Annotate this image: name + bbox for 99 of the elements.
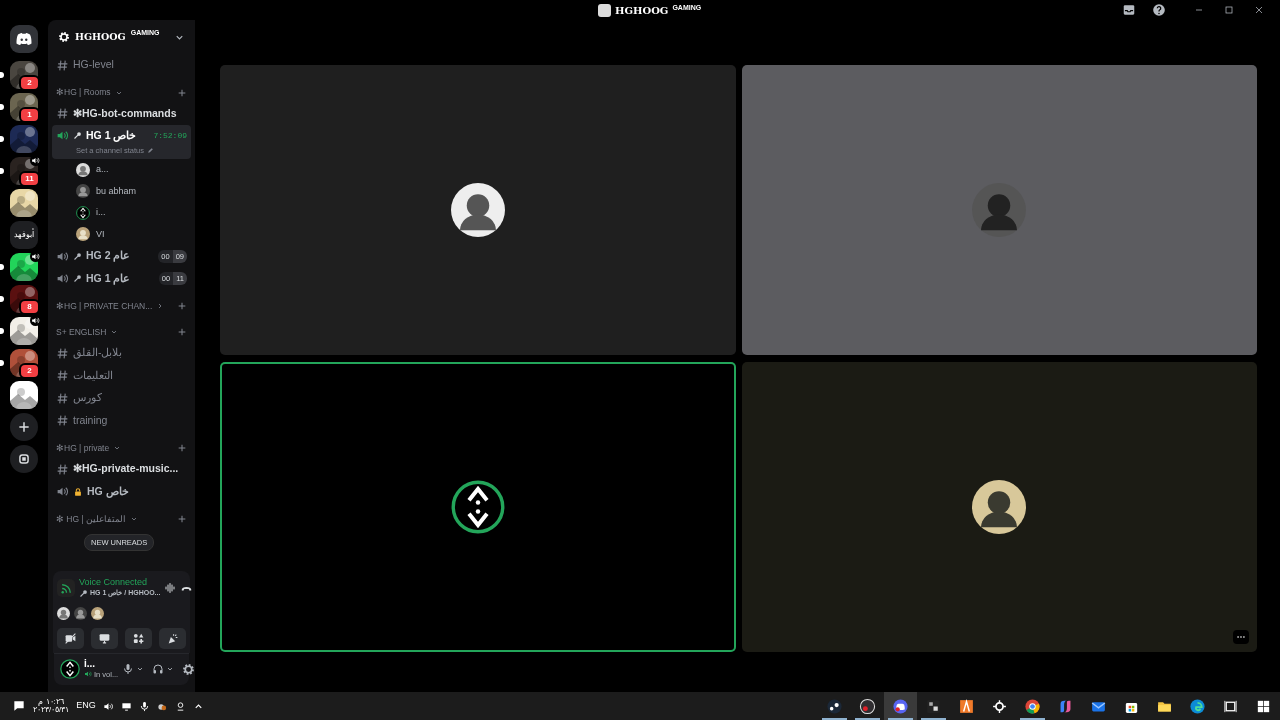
avatar — [76, 184, 90, 199]
notification-badge: 8 — [19, 299, 40, 315]
notification-icon[interactable] — [12, 699, 26, 713]
avatar — [76, 162, 90, 177]
server-icon[interactable] — [10, 381, 38, 409]
video-tile[interactable] — [741, 65, 1257, 355]
avatar — [76, 227, 90, 242]
language-indicator[interactable]: ENG — [76, 699, 96, 713]
video-tile[interactable] — [741, 362, 1257, 652]
hash-icon — [56, 107, 69, 121]
channel-name[interactable]: HG 1 عام — [86, 270, 131, 287]
maximize-icon[interactable] — [1223, 4, 1235, 16]
microphone-icon — [79, 589, 88, 598]
add-channel-icon[interactable] — [177, 301, 187, 311]
server-icon[interactable] — [10, 253, 38, 281]
add-channel-icon[interactable] — [177, 443, 187, 453]
hash-icon — [56, 414, 69, 428]
notification-badge: 2 — [19, 363, 40, 379]
call-timer: 7:52:09 — [153, 129, 187, 142]
help-icon[interactable] — [1152, 3, 1166, 17]
more-button[interactable] — [1233, 630, 1249, 644]
channel-name[interactable]: HG 1 خاص — [86, 128, 137, 144]
discord-logo-icon[interactable] — [15, 30, 33, 48]
microphone-icon — [73, 251, 82, 261]
browser-icon[interactable] — [1024, 697, 1041, 715]
add-channel-icon[interactable] — [177, 87, 187, 98]
user-name[interactable]: a... — [96, 163, 109, 177]
hash-icon — [56, 369, 69, 383]
hash-icon — [56, 462, 69, 476]
speaker-icon — [84, 670, 92, 679]
activities-icon[interactable] — [132, 631, 145, 645]
headphones-icon[interactable] — [152, 663, 165, 676]
taskbar-highlight[interactable] — [884, 692, 917, 720]
server-name[interactable]: HGHOOG — [75, 29, 126, 45]
server-icon[interactable]: أبوفهد — [10, 221, 38, 249]
microphone-icon — [73, 274, 82, 284]
channel-name[interactable]: ✻HG-bot-commands — [73, 105, 177, 122]
user-name[interactable]: i... — [84, 658, 119, 669]
monitor-icon[interactable] — [120, 700, 132, 712]
notification-badge: 1 — [19, 107, 40, 123]
inbox-icon[interactable] — [1122, 3, 1136, 17]
category-name[interactable]: ✻ HG | المتفاعلين — [56, 512, 127, 526]
channel-name[interactable]: ✻HG-private-music... — [73, 461, 179, 478]
category-name[interactable]: ✻HG | Rooms — [56, 86, 111, 99]
screen-share-icon[interactable] — [98, 631, 111, 645]
connection-status: Voice Connected — [79, 577, 149, 589]
add-server-icon[interactable] — [17, 420, 31, 434]
steam-icon[interactable] — [826, 697, 843, 715]
avatar — [91, 606, 104, 620]
video-tile[interactable] — [220, 65, 736, 355]
volume-icon[interactable] — [102, 700, 114, 712]
channel-name[interactable]: بلابل-القلق — [73, 345, 123, 362]
avatar — [450, 480, 505, 534]
channel-name[interactable]: HG 2 عام — [86, 248, 131, 265]
avatar — [74, 606, 87, 620]
soundboard-icon[interactable] — [166, 631, 179, 645]
notification-badge: 11 — [19, 171, 40, 187]
close-icon[interactable] — [1253, 4, 1265, 16]
settings-icon[interactable] — [182, 662, 196, 676]
channel-name[interactable]: كورس — [73, 390, 102, 407]
channel-name[interactable]: training — [73, 412, 108, 429]
discover-icon[interactable] — [17, 452, 31, 466]
avatar — [450, 183, 505, 237]
avatar — [972, 480, 1027, 534]
user-name[interactable]: bu abham — [96, 184, 137, 198]
add-channel-icon[interactable] — [177, 514, 187, 524]
pencil-icon[interactable] — [146, 146, 154, 154]
user-name[interactable]: VI — [96, 227, 105, 241]
window-title: HGHOOG — [615, 4, 669, 18]
channel-name[interactable]: HG خاص — [87, 483, 129, 500]
category-name[interactable]: ✻HG | PRIVATE CHAN... — [56, 299, 153, 313]
user-name[interactable]: i... — [96, 206, 106, 220]
avatar — [57, 606, 70, 620]
video-tile[interactable] — [220, 362, 736, 652]
camera-off-icon[interactable] — [64, 631, 77, 645]
add-channel-icon[interactable] — [177, 327, 187, 337]
microphone-icon[interactable] — [138, 700, 150, 712]
avatar — [60, 659, 80, 680]
chat-app-icon[interactable] — [892, 697, 909, 715]
category-name[interactable]: S+ ENGLISH — [56, 325, 107, 339]
hash-icon — [56, 58, 69, 72]
app-icon[interactable] — [958, 697, 975, 715]
channel-name[interactable]: HG-level — [73, 57, 114, 74]
notification-badge: 2 — [19, 75, 40, 91]
app-icon[interactable] — [991, 697, 1008, 715]
app-logo-icon — [598, 4, 611, 17]
server-icon[interactable] — [10, 189, 38, 217]
avatar — [76, 205, 90, 220]
channel-name[interactable]: التعليمات — [73, 367, 113, 384]
server-icon[interactable] — [10, 317, 38, 345]
signal-icon — [59, 581, 73, 595]
avatar — [972, 183, 1027, 237]
microphone-icon — [73, 131, 82, 141]
category-name[interactable]: ✻HG | private — [56, 441, 110, 455]
microphone-icon[interactable] — [122, 663, 135, 676]
recorder-icon[interactable] — [859, 697, 876, 715]
hash-icon — [56, 391, 69, 405]
hash-icon — [56, 346, 69, 360]
browser-icon[interactable] — [1189, 697, 1206, 715]
